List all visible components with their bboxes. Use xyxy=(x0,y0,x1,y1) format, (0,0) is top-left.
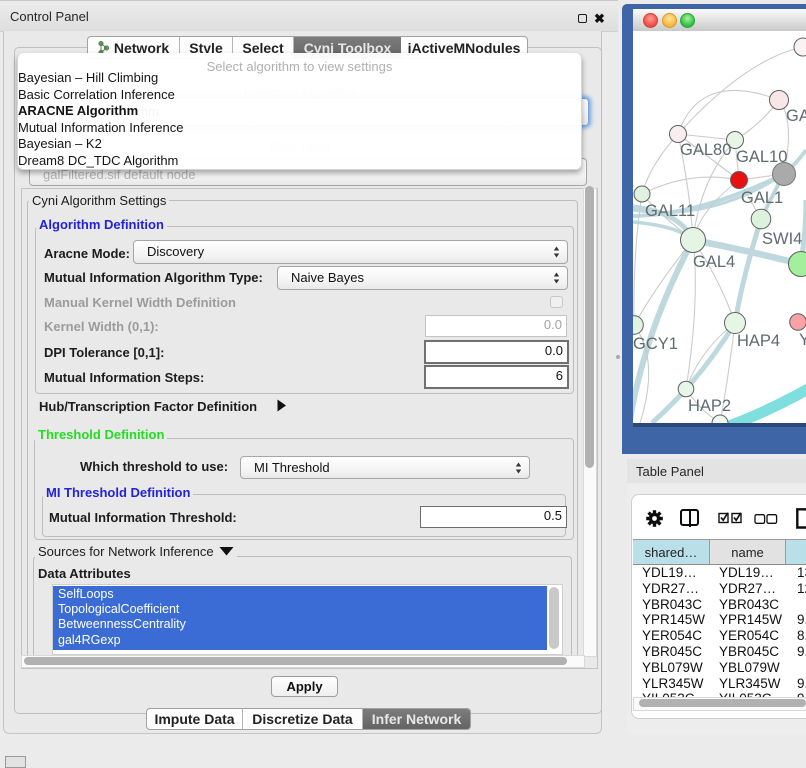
svg-text:GAL11: GAL11 xyxy=(645,202,695,220)
svg-text:GAL4: GAL4 xyxy=(693,253,735,271)
svg-text:SWI4: SWI4 xyxy=(762,230,802,248)
svg-text:GCY1: GCY1 xyxy=(633,335,678,353)
svg-text:HAP4: HAP4 xyxy=(737,332,780,350)
svg-text:Y: Y xyxy=(799,331,806,349)
svg-text:GAL: GAL xyxy=(786,107,806,125)
svg-text:GAL10: GAL10 xyxy=(736,148,787,166)
svg-text:GAL1: GAL1 xyxy=(741,189,783,207)
svg-text:HAP2: HAP2 xyxy=(688,397,731,415)
svg-text:GAL80: GAL80 xyxy=(680,141,731,159)
